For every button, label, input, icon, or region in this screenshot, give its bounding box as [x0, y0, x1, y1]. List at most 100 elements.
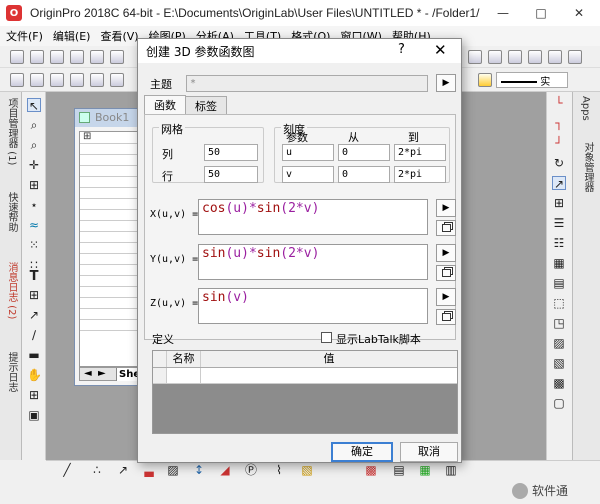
color-scale-icon[interactable]: ☷ [552, 236, 566, 250]
theme-menu-button[interactable]: ▶ [436, 74, 456, 92]
zoom-icon[interactable]: ⌕ [27, 118, 41, 132]
tab-labels[interactable]: 标签 [185, 96, 227, 114]
screen-reader-icon[interactable]: ⊞ [27, 178, 41, 192]
new-project-icon[interactable] [10, 50, 24, 64]
data-selector-icon[interactable]: ⋆ [27, 198, 41, 212]
anti-alias-icon[interactable]: ▨ [552, 336, 566, 350]
project-manager-tab[interactable]: 项目管理器 (1) [3, 98, 19, 165]
rescale-icon[interactable]: ⊞ [27, 388, 41, 402]
param-u-input[interactable]: u [282, 144, 334, 161]
duplicate-icon[interactable] [568, 50, 582, 64]
legend-icon[interactable]: ☰ [552, 216, 566, 230]
tab-function[interactable]: 函数 [144, 95, 186, 114]
theme-field[interactable]: * [186, 75, 428, 92]
table-cell-value[interactable] [201, 368, 457, 383]
y-func-editor[interactable]: sin(u)*sin(2*v) [198, 244, 428, 280]
y-func-menu-button[interactable]: ▶ [436, 244, 456, 262]
x-func-copy-button[interactable] [436, 220, 456, 236]
ok-button[interactable]: 确定 [331, 442, 393, 462]
rescale-axis-icon[interactable]: ▧ [552, 356, 566, 370]
from-v-input[interactable]: 0 [338, 166, 390, 183]
arrow-tool-icon[interactable]: ↗ [27, 308, 41, 322]
line-style-select[interactable]: 实 [496, 72, 568, 88]
z-func-copy-button[interactable] [436, 309, 456, 325]
refresh-icon[interactable] [548, 50, 562, 64]
light-icon[interactable] [478, 73, 492, 87]
text-tool-icon[interactable]: T [27, 270, 41, 284]
3d-scatter-icon[interactable]: ▤ [392, 463, 406, 477]
import-csv-icon[interactable] [30, 73, 44, 87]
close-dialog-icon[interactable]: ✕ [434, 41, 447, 59]
x-func-menu-button[interactable]: ▶ [436, 199, 456, 217]
sheet-next-icon[interactable]: ► [98, 368, 106, 379]
z-func-editor[interactable]: sin(v) [198, 288, 428, 324]
import-excel-icon[interactable] [10, 73, 24, 87]
zoom-out-icon[interactable]: ⌕ [27, 138, 41, 152]
apps-tab[interactable]: Apps [580, 96, 591, 121]
timestamp-icon[interactable]: ◳ [552, 316, 566, 330]
print-icon[interactable] [528, 50, 542, 64]
template-icon[interactable]: ▥ [444, 463, 458, 477]
column-plot-icon[interactable]: ▃ [142, 463, 156, 477]
from-u-input[interactable]: 0 [338, 144, 390, 161]
import-wizard-icon[interactable] [90, 73, 104, 87]
line-tool-icon[interactable]: ∕ [27, 328, 41, 342]
hand-tool-icon[interactable]: ✋ [27, 368, 42, 382]
messages-log-tab[interactable]: 消息日志 (2) [3, 262, 19, 319]
table-cell-name[interactable] [167, 368, 201, 383]
polar-plot-icon[interactable]: Ⓟ [244, 463, 258, 477]
hint-log-tab[interactable]: 提示日志 [3, 352, 19, 392]
new-workbook-icon[interactable] [30, 50, 44, 64]
cancel-button[interactable]: 取消 [400, 442, 458, 462]
object-manager-tab[interactable]: 对象管理器 [580, 142, 595, 192]
merge-graph-icon[interactable]: ↗ [552, 176, 566, 191]
layer-tool-icon[interactable]: ▣ [27, 408, 41, 422]
border-icon[interactable]: ▢ [552, 396, 566, 410]
region-icon[interactable]: ⁙ [27, 238, 41, 252]
menu-view[interactable]: 查看(V) [100, 28, 138, 44]
line-symbol-icon[interactable]: ↗ [116, 463, 130, 477]
rectangle-tool-icon[interactable]: ▬ [27, 348, 41, 362]
error-bar-icon[interactable]: ↕ [192, 463, 206, 477]
grid-lines-icon[interactable]: ▩ [552, 376, 566, 390]
to-v-input[interactable]: 2*pi [394, 166, 446, 183]
show-labtalk-checkbox[interactable] [321, 332, 332, 343]
add-inset-icon[interactable]: ↻ [552, 156, 566, 170]
stock-plot-icon[interactable]: ⌇ [272, 463, 286, 477]
grid-row-input[interactable]: 50 [204, 166, 258, 183]
x-func-editor[interactable]: cos(u)*sin(2*v) [198, 199, 428, 235]
quick-help-tab[interactable]: 快速帮助 [3, 192, 19, 232]
import-icon[interactable] [508, 50, 522, 64]
new-matrix-icon[interactable] [70, 50, 84, 64]
close-window-button[interactable]: ✕ [560, 0, 598, 26]
maximize-button[interactable]: □ [522, 0, 560, 26]
import-multi-icon[interactable] [70, 73, 84, 87]
add-right-y-icon[interactable]: ┘ [552, 136, 566, 150]
menu-file[interactable]: 文件(F) [6, 28, 43, 44]
line-plot-icon[interactable]: ╱ [60, 463, 74, 477]
new-graph-icon[interactable] [50, 50, 64, 64]
minimize-button[interactable]: — [484, 0, 522, 26]
table-tool-icon[interactable]: ⊞ [27, 288, 41, 302]
batch-process-icon[interactable] [110, 73, 124, 87]
sheet-prev-icon[interactable]: ◄ [84, 368, 92, 379]
add-top-x-icon[interactable]: ┐ [552, 116, 566, 130]
param-v-input[interactable]: v [282, 166, 334, 183]
new-function-icon[interactable] [90, 50, 104, 64]
import-ascii-icon[interactable] [50, 73, 64, 87]
draw-data-icon[interactable]: ≈ [27, 218, 41, 232]
new-layout-icon[interactable] [110, 50, 124, 64]
area-plot-icon[interactable]: ▨ [166, 463, 180, 477]
add-layer-icon[interactable]: └ [552, 96, 566, 110]
3d-surface-icon[interactable]: ▩ [364, 463, 378, 477]
scatter-plot-icon[interactable]: ∴ [90, 463, 104, 477]
3d-bar-icon[interactable]: ▧ [300, 463, 314, 477]
pointer-icon[interactable]: ↖ [27, 98, 41, 113]
swap-axis-icon[interactable]: ⬚ [552, 296, 566, 310]
data-reader-icon[interactable]: ✛ [27, 158, 41, 172]
grid-col-input[interactable]: 50 [204, 144, 258, 161]
y-func-copy-button[interactable] [436, 265, 456, 281]
arrange-layers-icon[interactable]: ⊞ [552, 196, 566, 210]
contour-icon[interactable]: ▦ [418, 463, 432, 477]
help-button[interactable]: ? [398, 42, 405, 57]
